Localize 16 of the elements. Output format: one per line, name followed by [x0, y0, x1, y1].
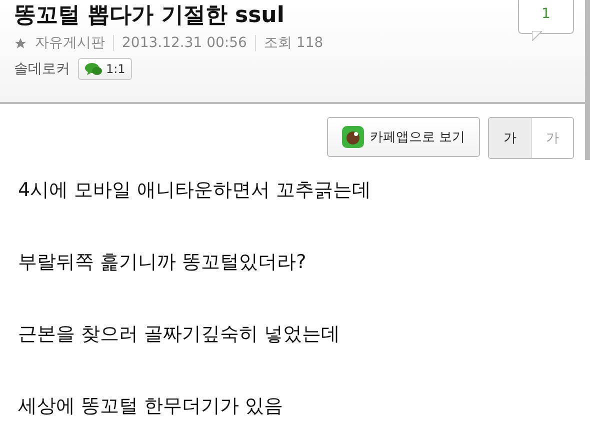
- body-paragraph: 근본을 찾으러 골짜기깊숙히 넣었는데: [18, 322, 342, 347]
- comment-count[interactable]: 1: [518, 0, 574, 34]
- body-paragraph: 4시에 모바일 애니타운하면서 꼬추긁는데: [18, 178, 372, 203]
- star-icon: [14, 36, 27, 50]
- body-paragraph: 세상에 똥꼬털 한무더기가 있음: [18, 394, 284, 419]
- post-title: 똥꼬털 뽑다가 기절한 ssul: [14, 2, 284, 30]
- body-paragraph: 부랄뒤쪽 흝기니까 똥꼬털있더라?: [18, 250, 308, 275]
- cafe-app-button[interactable]: 카페앱으로 보기: [326, 117, 480, 157]
- view-count: 조회 118: [264, 34, 324, 52]
- post-date: 2013.12.31 00:56: [122, 35, 247, 51]
- bubble-tail-icon: [532, 31, 542, 41]
- chat-button[interactable]: 1:1: [78, 58, 132, 80]
- speech-bubbles-icon: [85, 62, 103, 76]
- author-name[interactable]: 솔데로커: [14, 60, 70, 78]
- app-logo-icon: [342, 126, 364, 148]
- font-size-button[interactable]: 가: [489, 118, 531, 158]
